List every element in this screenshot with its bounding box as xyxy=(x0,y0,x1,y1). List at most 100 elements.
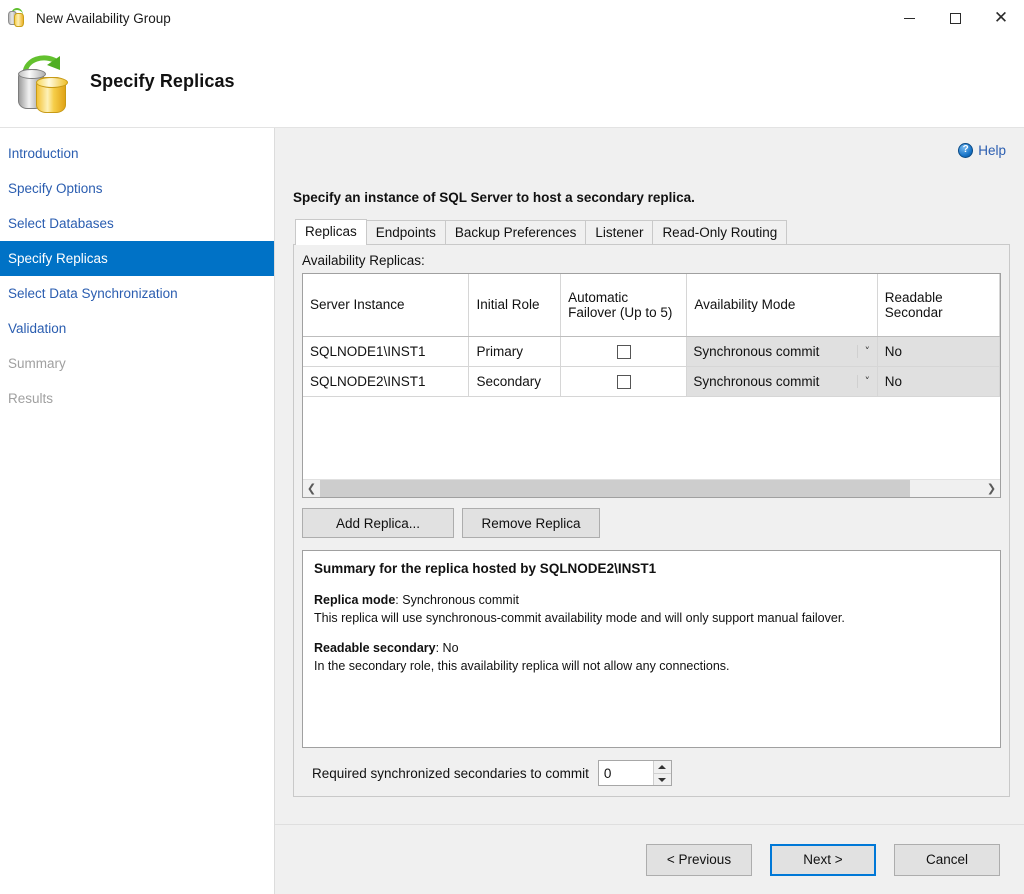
chevron-down-icon: ˅ xyxy=(857,345,877,358)
replicas-tab-panel: Availability Replicas: xyxy=(293,244,1010,797)
availability-mode-dropdown[interactable]: Synchronous commit ˅ xyxy=(687,337,876,366)
help-circle-icon: ? xyxy=(958,143,973,158)
content-inner: ? Help Specify an instance of SQL Server… xyxy=(275,128,1024,824)
cell-automatic-failover[interactable] xyxy=(561,336,687,366)
readable-secondary-colon: : xyxy=(436,641,443,655)
help-label: Help xyxy=(978,143,1006,158)
column-header-availability-mode[interactable]: Availability Mode xyxy=(687,274,877,336)
table-row[interactable]: SQLNODE1\INST1 Primary Synchronous commi… xyxy=(303,336,1000,366)
minimize-button[interactable] xyxy=(886,0,932,36)
instruction-text: Specify an instance of SQL Server to hos… xyxy=(293,190,1010,205)
tab-backup-preferences[interactable]: Backup Preferences xyxy=(445,220,587,244)
maximize-button[interactable] xyxy=(932,0,978,36)
required-sync-value[interactable]: 0 xyxy=(599,761,653,785)
window-title: New Availability Group xyxy=(36,11,171,26)
page-title: Specify Replicas xyxy=(90,71,235,92)
content-pane: ? Help Specify an instance of SQL Server… xyxy=(275,128,1024,894)
chevron-left-icon[interactable]: ❮ xyxy=(303,480,320,497)
cell-automatic-failover[interactable] xyxy=(561,366,687,396)
availability-mode-value: Synchronous commit xyxy=(687,374,856,389)
replica-mode-value: Synchronous commit xyxy=(402,593,519,607)
cell-initial-role[interactable]: Primary xyxy=(469,336,561,366)
stepper-buttons xyxy=(653,761,671,785)
availability-replicas-grid: Server Instance Initial Role Automatic F… xyxy=(302,273,1001,498)
column-header-readable-secondary[interactable]: Readable Secondar xyxy=(877,274,999,336)
summary-spacer xyxy=(314,627,989,639)
sidebar-item-select-databases[interactable]: Select Databases xyxy=(0,206,274,241)
readable-secondary-value: No xyxy=(443,641,459,655)
cell-server-instance[interactable]: SQLNODE2\INST1 xyxy=(303,366,469,396)
body: Introduction Specify Options Select Data… xyxy=(0,128,1024,894)
maximize-icon xyxy=(950,13,961,24)
cell-initial-role[interactable]: Secondary xyxy=(469,366,561,396)
cell-readable-secondary[interactable]: No xyxy=(877,336,999,366)
close-icon: ✕ xyxy=(994,10,1008,27)
sidebar-item-introduction[interactable]: Introduction xyxy=(0,136,274,171)
availability-replicas-label: Availability Replicas: xyxy=(302,253,1001,268)
cell-availability-mode[interactable]: Synchronous commit ˅ xyxy=(687,366,877,396)
readable-secondary-line: Readable secondary: No xyxy=(314,639,989,657)
sidebar-item-specify-replicas[interactable]: Specify Replicas xyxy=(0,241,274,276)
chevron-right-icon[interactable]: ❯ xyxy=(983,480,1000,497)
wizard-footer: < Previous Next > Cancel xyxy=(275,824,1024,894)
sidebar-item-select-data-synchronization[interactable]: Select Data Synchronization xyxy=(0,276,274,311)
column-header-automatic-failover[interactable]: Automatic Failover (Up to 5) xyxy=(561,274,687,336)
sidebar-item-validation[interactable]: Validation xyxy=(0,311,274,346)
tab-listener[interactable]: Listener xyxy=(585,220,653,244)
grid-horizontal-scrollbar[interactable]: ❮ ❯ xyxy=(303,479,1000,497)
automatic-failover-checkbox[interactable] xyxy=(617,345,631,359)
sidebar-item-results: Results xyxy=(0,381,274,416)
replica-actions: Add Replica... Remove Replica xyxy=(302,508,1001,538)
replica-mode-line: Replica mode: Synchronous commit xyxy=(314,591,989,609)
add-replica-button[interactable]: Add Replica... xyxy=(302,508,454,538)
availability-mode-dropdown[interactable]: Synchronous commit ˅ xyxy=(687,367,876,396)
sidebar-item-specify-options[interactable]: Specify Options xyxy=(0,171,274,206)
window-controls: ✕ xyxy=(886,0,1024,36)
minimize-icon xyxy=(904,18,915,19)
table-row[interactable]: SQLNODE2\INST1 Secondary Synchronous com… xyxy=(303,366,1000,396)
chevron-down-icon: ˅ xyxy=(857,375,877,388)
previous-button[interactable]: < Previous xyxy=(646,844,752,876)
next-button[interactable]: Next > xyxy=(770,844,876,876)
title-bar: New Availability Group ✕ xyxy=(0,0,1024,36)
scrollbar-thumb[interactable] xyxy=(320,480,910,497)
tab-strip: Replicas Endpoints Backup Preferences Li… xyxy=(295,218,1010,244)
required-sync-label: Required synchronized secondaries to com… xyxy=(312,766,589,781)
wizard-steps-sidebar: Introduction Specify Options Select Data… xyxy=(0,128,275,894)
close-button[interactable]: ✕ xyxy=(978,0,1024,36)
table-header-row: Server Instance Initial Role Automatic F… xyxy=(303,274,1000,336)
sidebar-item-summary: Summary xyxy=(0,346,274,381)
replicas-table: Server Instance Initial Role Automatic F… xyxy=(303,274,1000,397)
tab-endpoints[interactable]: Endpoints xyxy=(366,220,446,244)
cell-availability-mode[interactable]: Synchronous commit ˅ xyxy=(687,336,877,366)
availability-mode-value: Synchronous commit xyxy=(687,344,856,359)
readable-secondary-description: In the secondary role, this availability… xyxy=(314,657,989,675)
replica-summary-panel: Summary for the replica hosted by SQLNOD… xyxy=(302,550,1001,748)
triangle-down-icon xyxy=(658,778,666,782)
replica-mode-description: This replica will use synchronous-commit… xyxy=(314,609,989,627)
readable-secondary-label: Readable secondary xyxy=(314,641,436,655)
grid-empty-area xyxy=(303,397,1000,480)
tab-read-only-routing[interactable]: Read-Only Routing xyxy=(652,220,787,244)
column-header-server-instance[interactable]: Server Instance xyxy=(303,274,469,336)
cancel-button[interactable]: Cancel xyxy=(894,844,1000,876)
database-sync-icon xyxy=(12,51,78,113)
new-availability-group-window: New Availability Group ✕ Specify Replica… xyxy=(0,0,1024,894)
automatic-failover-checkbox[interactable] xyxy=(617,375,631,389)
replica-mode-label: Replica mode xyxy=(314,593,395,607)
tab-replicas[interactable]: Replicas xyxy=(295,219,367,245)
cell-readable-secondary[interactable]: No xyxy=(877,366,999,396)
scrollbar-track[interactable] xyxy=(320,480,983,497)
column-header-initial-role[interactable]: Initial Role xyxy=(469,274,561,336)
stepper-down-button[interactable] xyxy=(654,773,671,785)
help-link[interactable]: ? Help xyxy=(958,143,1006,158)
triangle-up-icon xyxy=(658,765,666,769)
page-banner: Specify Replicas xyxy=(0,36,1024,128)
remove-replica-button[interactable]: Remove Replica xyxy=(462,508,600,538)
required-sync-row: Required synchronized secondaries to com… xyxy=(302,760,1001,786)
stepper-up-button[interactable] xyxy=(654,761,671,773)
cell-server-instance[interactable]: SQLNODE1\INST1 xyxy=(303,336,469,366)
summary-title: Summary for the replica hosted by SQLNOD… xyxy=(314,561,989,576)
help-row: ? Help xyxy=(293,138,1010,162)
required-sync-stepper[interactable]: 0 xyxy=(598,760,672,786)
